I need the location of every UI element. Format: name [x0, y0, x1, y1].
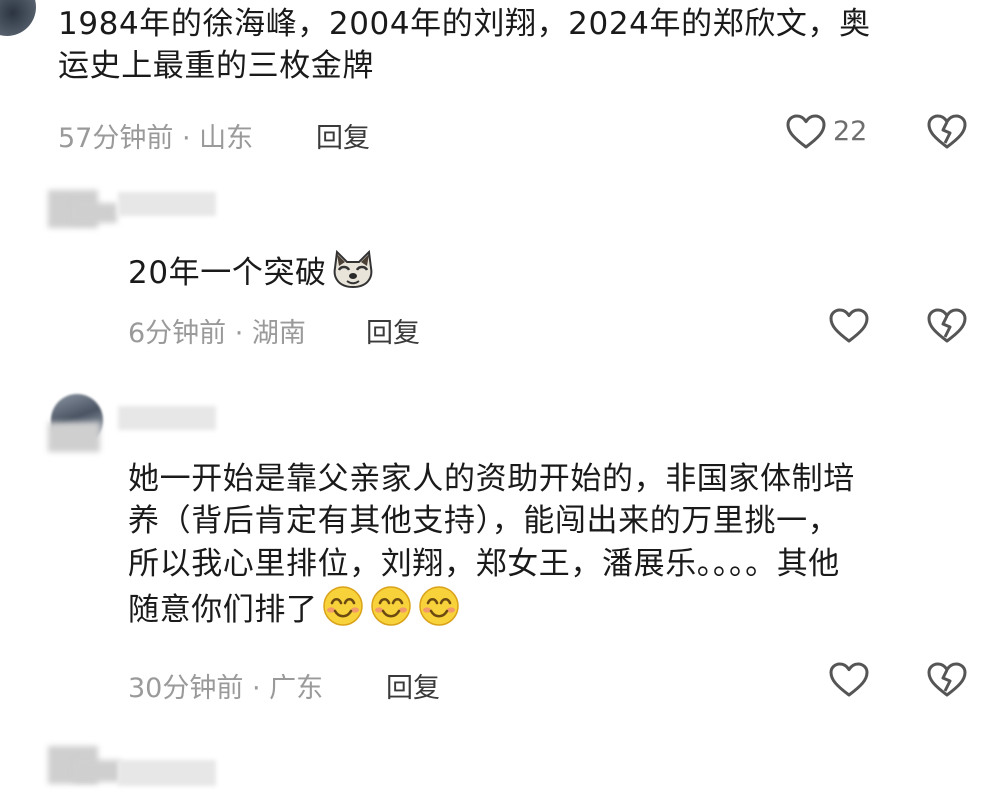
like-button[interactable]	[829, 662, 869, 698]
comment-meta: 6分钟前 · 湖南	[128, 318, 306, 349]
like-count: 22	[833, 116, 868, 147]
reply-button[interactable]: 回复	[366, 311, 420, 350]
username[interactable]	[118, 760, 216, 786]
like-button[interactable]	[786, 114, 826, 150]
comment-line: 运史上最重的三枚金牌	[58, 48, 374, 85]
broken-heart-icon	[927, 308, 967, 344]
doge-emoji	[329, 248, 377, 301]
avatar-blur	[48, 422, 100, 452]
dislike-button[interactable]	[927, 114, 967, 150]
username[interactable]	[118, 192, 216, 216]
smile-emoji	[416, 585, 462, 638]
broken-heart-icon	[927, 114, 967, 150]
reply-button[interactable]: 回复	[386, 666, 440, 705]
comment-text: 20年一个突破	[128, 248, 377, 301]
heart-icon	[829, 662, 869, 698]
comment-line: 她一开始是靠父亲家人的资助开始的，非国家体制培	[128, 461, 855, 497]
avatar[interactable]	[0, 0, 36, 36]
comment-line: 1984年的徐海峰，2004年的刘翔，2024年的郑欣文，奥	[58, 6, 871, 42]
comment-line: 所以我心里排位，刘翔，郑女王，潘展乐。。。。其他	[128, 545, 840, 582]
smile-emoji	[320, 585, 366, 638]
comment-text: 1984年的徐海峰，2004年的刘翔，2024年的郑欣文，奥 运史上最重的三枚金…	[58, 3, 998, 88]
like-button[interactable]	[829, 308, 869, 344]
dislike-button[interactable]	[927, 662, 967, 698]
comment-line: 养（背后肯定有其他支持），能闯出来的万里挑一，	[128, 503, 840, 540]
reply-button[interactable]: 回复	[316, 116, 370, 155]
comment-meta: 57分钟前 · 山东	[58, 123, 254, 154]
avatar-blur	[72, 203, 117, 223]
comment-line: 随意你们排了	[128, 592, 318, 629]
smile-emoji	[368, 585, 414, 638]
heart-icon	[786, 114, 826, 150]
comment-line: 20年一个突破	[128, 255, 327, 292]
comment-meta: 30分钟前 · 广东	[128, 673, 324, 704]
dislike-button[interactable]	[927, 308, 967, 344]
avatar-blur	[74, 760, 120, 782]
comment-text: 她一开始是靠父亲家人的资助开始的，非国家体制培 养（背后肯定有其他支持），能闯出…	[128, 458, 998, 638]
broken-heart-icon	[927, 662, 967, 698]
username[interactable]	[118, 406, 216, 430]
heart-icon	[829, 308, 869, 344]
